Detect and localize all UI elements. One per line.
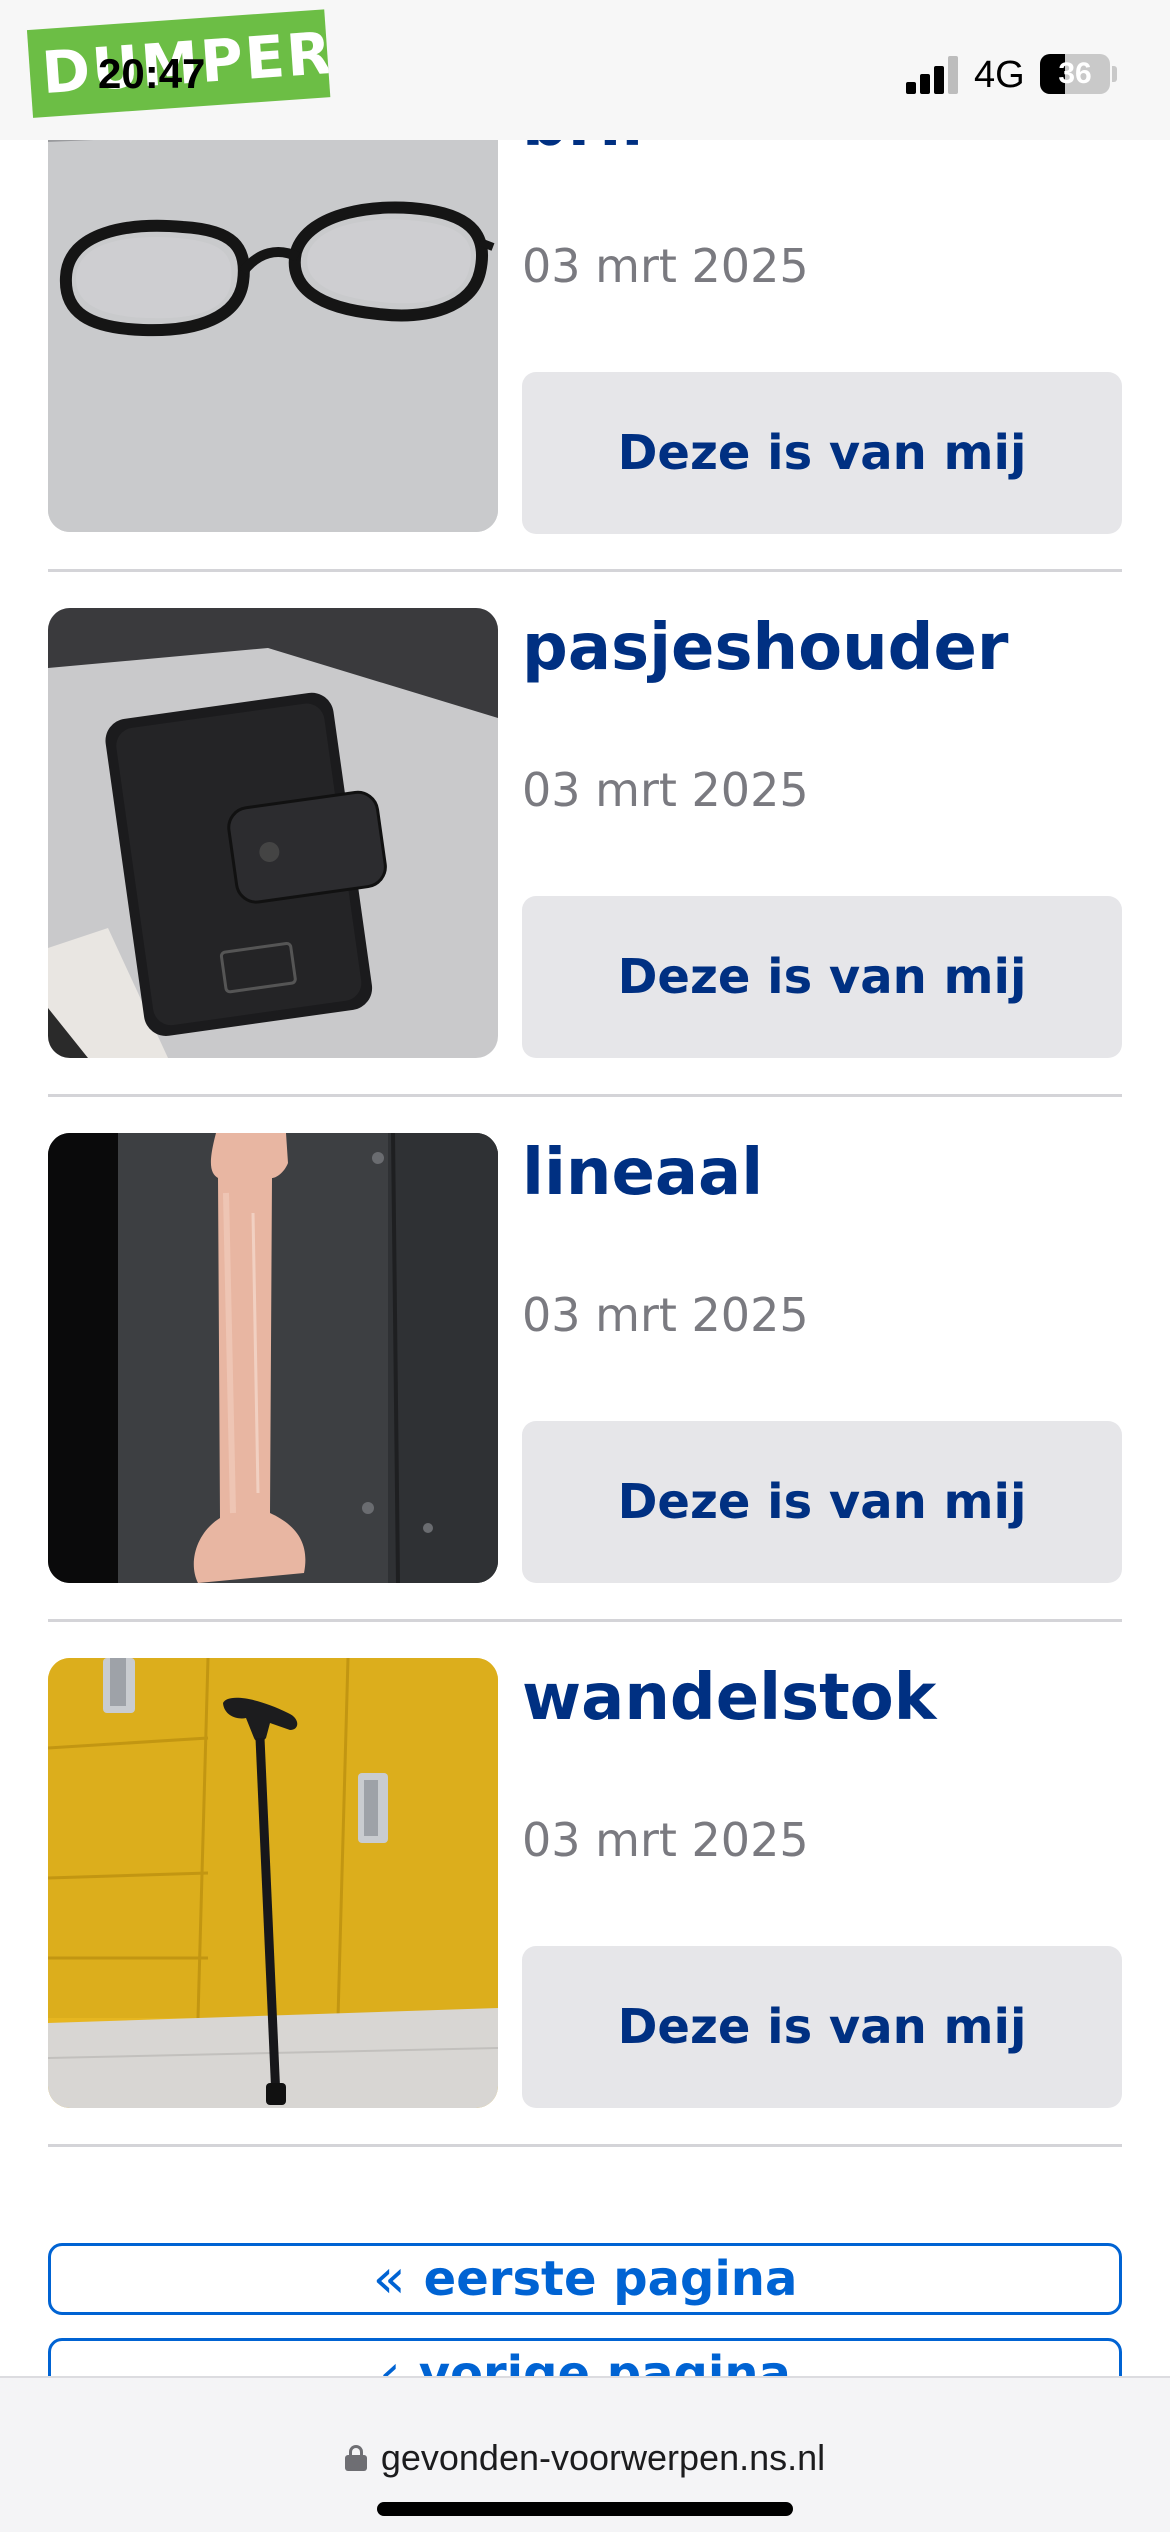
double-chevron-left-icon: « — [372, 2247, 406, 2310]
item-card-pasjeshouder: pasjeshouder 03 mrt 2025 Deze is van mij — [48, 608, 1122, 1058]
claim-button[interactable]: Deze is van mij — [522, 372, 1122, 534]
item-title: lineaal — [522, 1136, 764, 1210]
item-photo-ruler[interactable] — [48, 1133, 498, 1583]
home-indicator[interactable] — [377, 2502, 793, 2516]
browser-address-bar[interactable]: gevonden-voorwerpen.ns.nl — [0, 2376, 1170, 2532]
claim-button[interactable]: Deze is van mij — [522, 1946, 1122, 2108]
item-title: wandelstok — [522, 1661, 937, 1735]
status-time: 20:47 — [98, 50, 206, 97]
item-divider — [48, 1619, 1122, 1622]
item-title: pasjeshouder — [522, 611, 1009, 685]
item-card-bril: bril 03 mrt 2025 Deze is van mij — [48, 82, 1122, 534]
battery-icon: 36 — [1040, 54, 1110, 94]
item-card-lineaal: lineaal 03 mrt 2025 Deze is van mij — [48, 1133, 1122, 1583]
claim-button[interactable]: Deze is van mij — [522, 896, 1122, 1058]
first-page-button[interactable]: « eerste pagina — [48, 2243, 1122, 2315]
network-type: 4G — [974, 54, 1025, 96]
battery-percent: 36 — [1058, 57, 1092, 90]
url-text[interactable]: gevonden-voorwerpen.ns.nl — [381, 2437, 825, 2479]
item-date: 03 mrt 2025 — [522, 1813, 809, 1867]
lock-icon — [344, 2445, 367, 2471]
claim-button[interactable]: Deze is van mij — [522, 1421, 1122, 1583]
item-photo-glasses[interactable] — [48, 82, 498, 532]
battery-tip — [1112, 66, 1117, 82]
item-date: 03 mrt 2025 — [522, 239, 809, 293]
item-photo-card-holder[interactable] — [48, 608, 498, 1058]
item-divider — [48, 1094, 1122, 1097]
item-divider — [48, 569, 1122, 572]
item-divider — [48, 2144, 1122, 2147]
cellular-signal-icon — [906, 56, 960, 94]
item-date: 03 mrt 2025 — [522, 763, 809, 817]
item-date: 03 mrt 2025 — [522, 1288, 809, 1342]
item-photo-walking-cane[interactable] — [48, 1658, 498, 2108]
url-row[interactable]: gevonden-voorwerpen.ns.nl — [0, 2428, 1170, 2488]
item-card-wandelstok: wandelstok 03 mrt 2025 Deze is van mij — [48, 1658, 1122, 2108]
first-page-label: eerste pagina — [423, 2251, 798, 2307]
